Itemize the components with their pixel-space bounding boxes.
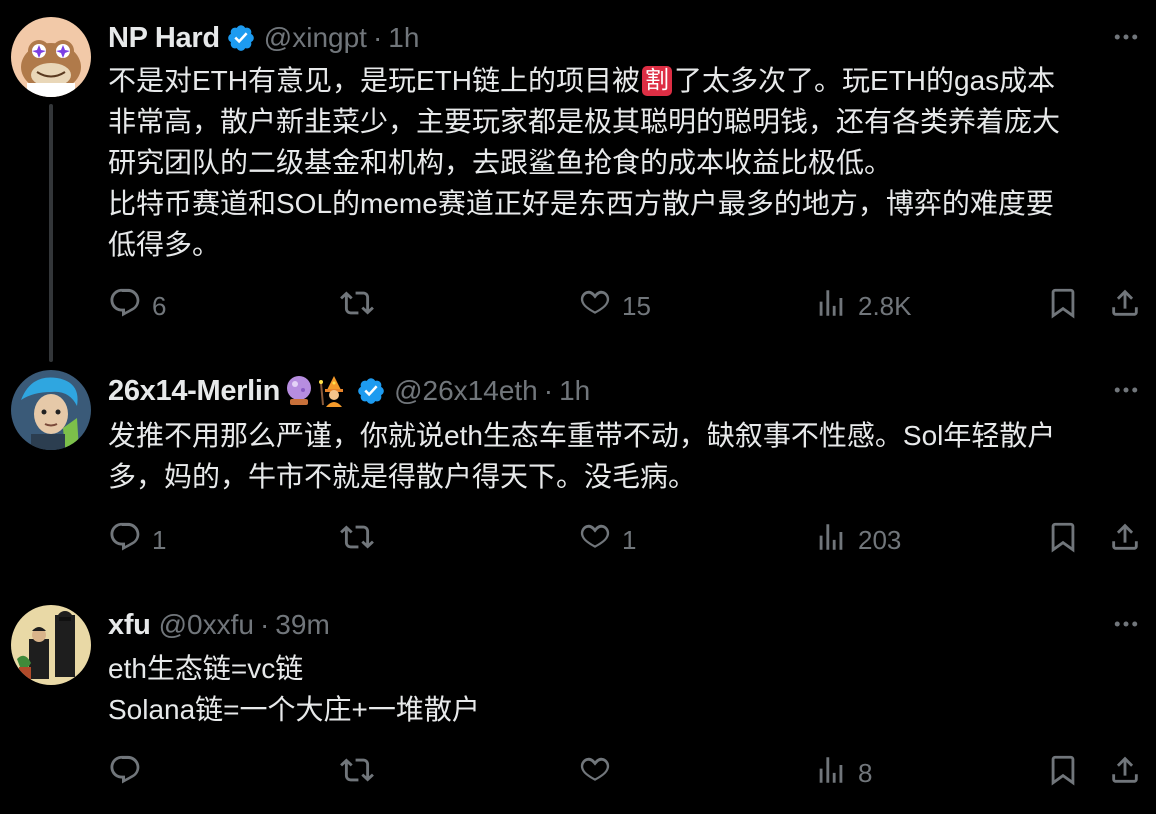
- like-button[interactable]: [578, 753, 622, 793]
- verified-badge-icon: [356, 376, 386, 406]
- share-button[interactable]: [1108, 286, 1142, 326]
- heart-icon: [578, 753, 612, 794]
- tweet-text: eth生态链=vc链 Solana链=一个大庄+一堆散户: [108, 648, 1138, 730]
- avatar-26x14-merlin[interactable]: [11, 370, 91, 450]
- tweet-text-line: 低得多。: [108, 229, 221, 260]
- share-icon: [1108, 286, 1142, 327]
- view-count: 2.8K: [858, 290, 912, 321]
- crystal-ball-icon: [284, 375, 314, 407]
- more-options-icon[interactable]: [1110, 21, 1142, 53]
- share-icon: [1108, 753, 1142, 794]
- user-handle[interactable]: @26x14eth: [394, 375, 538, 407]
- heart-icon: [578, 520, 612, 561]
- user-handle[interactable]: @0xxfu: [159, 609, 254, 641]
- more-options-icon[interactable]: [1110, 374, 1142, 406]
- reply-icon: [108, 753, 142, 794]
- share-icon: [1108, 520, 1142, 561]
- tweet-1: NP Hard @xingpt · 1h 不是对ETH有意见，是玩ETH链上的项…: [0, 0, 1156, 362]
- tweet-actions: 1 1 203: [108, 520, 1143, 560]
- tweet-text-line: 多，妈的，牛市不就是得散户得天下。没毛病。: [108, 461, 697, 492]
- user-handle[interactable]: @xingpt: [264, 22, 367, 54]
- bookmark-icon: [1046, 286, 1080, 327]
- tweet-header: xfu @0xxfu · 39m: [108, 608, 330, 642]
- like-count: 1: [622, 524, 637, 555]
- tweet-text-line: Solana链=一个大庄+一堆散户: [108, 694, 480, 725]
- timestamp[interactable]: 1h: [388, 22, 419, 54]
- tweet-text-line: 发推不用那么严谨，你就说eth生态车重带不动，缺叙事不性感。Sol年轻散户: [108, 420, 1056, 451]
- more-options-icon[interactable]: [1110, 608, 1142, 640]
- like-count: 15: [622, 290, 651, 321]
- bookmark-button[interactable]: [1046, 753, 1080, 793]
- repost-icon: [340, 753, 374, 794]
- display-name[interactable]: NP Hard: [108, 22, 220, 55]
- views-chart-icon: [814, 520, 848, 561]
- reply-button[interactable]: 1: [108, 520, 166, 560]
- tweet-header: 26x14-Merlin @26x14eth · 1h: [108, 374, 590, 408]
- mage-icon: [318, 375, 350, 407]
- views-chart-icon: [814, 286, 848, 327]
- share-button[interactable]: [1108, 753, 1142, 793]
- tweet-actions: 8: [108, 753, 1143, 793]
- timestamp[interactable]: 39m: [275, 609, 329, 641]
- reply-icon: [108, 520, 142, 561]
- views-button[interactable]: 8: [814, 753, 872, 793]
- tweet-text-line: 非常高，散户新韭菜少，主要玩家都是极其聪明的聪明钱，还有各类养着庞大: [108, 106, 1061, 137]
- tweet-text-line: 不是对ETH有意见，是玩ETH链上的项目被割了太多次了。玩ETH的gas成本: [108, 65, 1056, 96]
- separator-dot: ·: [543, 375, 554, 406]
- separator-dot: ·: [259, 609, 270, 640]
- tweet-text: 发推不用那么严谨，你就说eth生态车重带不动，缺叙事不性感。Sol年轻散户 多，…: [108, 415, 1138, 497]
- tweet-2: 26x14-Merlin @26x14eth · 1h 发推不用那么严谨，你就说…: [0, 355, 1156, 587]
- reply-button[interactable]: [108, 753, 152, 793]
- bookmark-icon: [1046, 753, 1080, 794]
- tweet-actions: 6 15 2.8K: [108, 286, 1143, 326]
- view-count: 203: [858, 524, 902, 555]
- repost-button[interactable]: [340, 286, 374, 326]
- tweet-text-line: eth生态链=vc链: [108, 653, 304, 684]
- repost-icon: [340, 520, 374, 561]
- thread-connector: [49, 104, 53, 362]
- views-button[interactable]: 2.8K: [814, 286, 912, 326]
- verified-badge-icon: [226, 23, 256, 53]
- avatar-np-hard[interactable]: [11, 17, 91, 97]
- like-button[interactable]: 15: [578, 286, 651, 326]
- tweet-text: 不是对ETH有意见，是玩ETH链上的项目被割了太多次了。玩ETH的gas成本 非…: [108, 60, 1138, 265]
- views-button[interactable]: 203: [814, 520, 901, 560]
- tweet-text-line: 比特币赛道和SOL的meme赛道正好是东西方散户最多的地方，博弈的难度要: [108, 188, 1054, 219]
- display-name[interactable]: xfu: [108, 609, 151, 642]
- reply-icon: [108, 286, 142, 327]
- bookmark-icon: [1046, 520, 1080, 561]
- view-count: 8: [858, 757, 873, 788]
- avatar-xfu[interactable]: [11, 605, 91, 685]
- views-chart-icon: [814, 753, 848, 794]
- cut-emoji-icon: 割: [642, 66, 673, 96]
- reply-count: 1: [152, 524, 167, 555]
- separator-dot: ·: [372, 22, 383, 53]
- bookmark-button[interactable]: [1046, 286, 1080, 326]
- tweet-header: NP Hard @xingpt · 1h: [108, 21, 419, 55]
- heart-icon: [578, 286, 612, 327]
- timestamp[interactable]: 1h: [559, 375, 590, 407]
- display-name[interactable]: 26x14-Merlin: [108, 375, 280, 408]
- repost-icon: [340, 286, 374, 327]
- reply-button[interactable]: 6: [108, 286, 166, 326]
- repost-button[interactable]: [340, 520, 374, 560]
- like-button[interactable]: 1: [578, 520, 636, 560]
- tweet-3: xfu @0xxfu · 39m eth生态链=vc链 Solana链=一个大庄…: [0, 587, 1156, 814]
- share-button[interactable]: [1108, 520, 1142, 560]
- reply-count: 6: [152, 290, 167, 321]
- bookmark-button[interactable]: [1046, 520, 1080, 560]
- repost-button[interactable]: [340, 753, 374, 793]
- tweet-text-line: 研究团队的二级基金和机构，去跟鲨鱼抢食的成本收益比极低。: [108, 147, 893, 178]
